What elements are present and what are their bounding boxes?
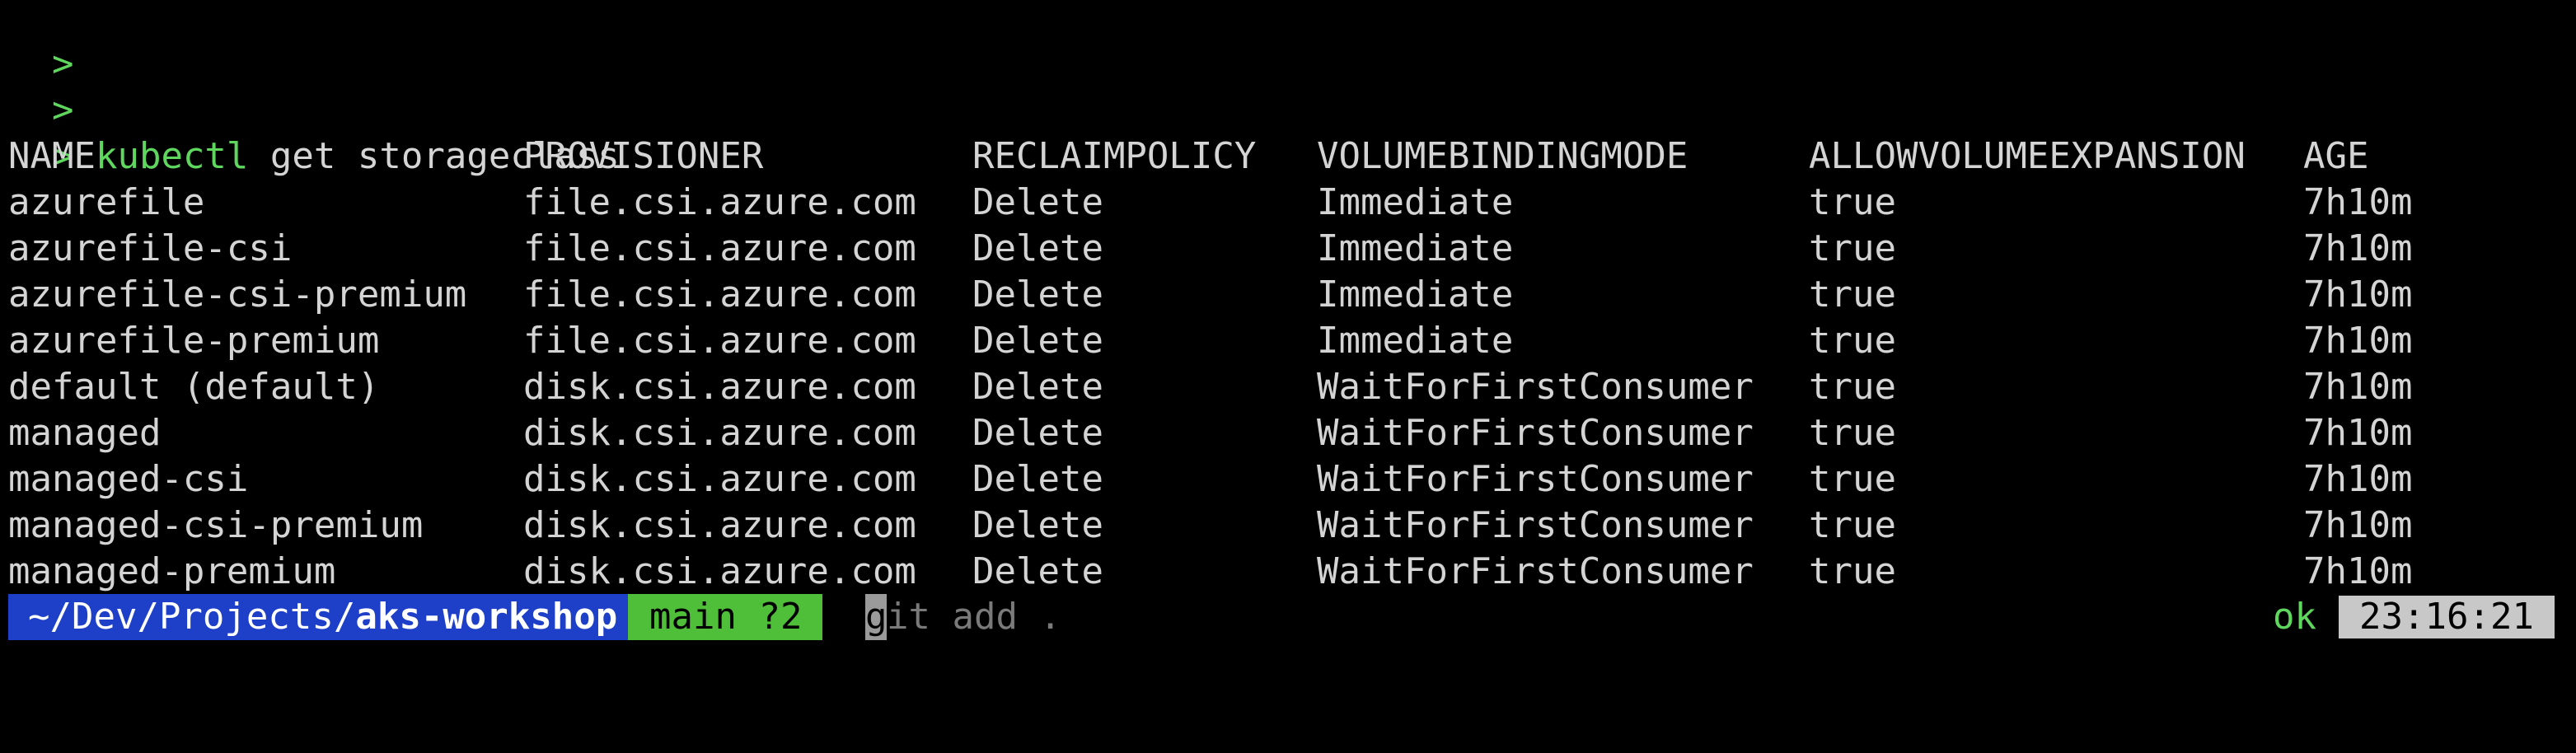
cell-age: 7h10m <box>2303 550 2413 592</box>
table-row: managed-csi disk.csi.azure.com Delete Wa… <box>8 456 2412 503</box>
table-row: azurefile-csi file.csi.azure.com Delete … <box>8 226 2412 272</box>
cell-reclaimpolicy: Delete <box>972 550 1103 592</box>
cell-age: 7h10m <box>2303 227 2413 269</box>
cell-allowvolumeexpansion: true <box>1809 366 1896 408</box>
cell-name: managed-csi-premium <box>8 504 424 546</box>
cell-provisioner: file.csi.azure.com <box>523 227 916 269</box>
autosuggestion: it add . <box>887 596 1061 638</box>
table-row: azurefile file.csi.azure.com Delete Imme… <box>8 180 2412 226</box>
git-branch-status: main ?2 <box>649 596 803 638</box>
cell-name: azurefile-csi-premium <box>8 274 467 316</box>
table-row: azurefile-csi-premium file.csi.azure.com… <box>8 272 2412 318</box>
table-row: managed disk.csi.azure.com Delete WaitFo… <box>8 410 2412 456</box>
table-header-row: NAME PROVISIONER RECLAIMPOLICY VOLUMEBIN… <box>8 133 2368 180</box>
cell-volumebindingmode: WaitForFirstConsumer <box>1317 550 1754 592</box>
cell-volumebindingmode: Immediate <box>1317 181 1514 223</box>
cell-volumebindingmode: WaitForFirstConsumer <box>1317 412 1754 454</box>
cell-provisioner: disk.csi.azure.com <box>523 458 916 500</box>
cell-provisioner: file.csi.azure.com <box>523 274 916 316</box>
cell-provisioner: file.csi.azure.com <box>523 181 916 223</box>
cell-reclaimpolicy: Delete <box>972 366 1103 408</box>
cell-allowvolumeexpansion: true <box>1809 181 1896 223</box>
cell-age: 7h10m <box>2303 181 2413 223</box>
command-program: kubectl <box>95 135 249 177</box>
cell-reclaimpolicy: Delete <box>972 320 1103 362</box>
cell-name: managed <box>8 412 162 454</box>
cell-name: azurefile-premium <box>8 320 380 362</box>
table-row: azurefile-premium file.csi.azure.com Del… <box>8 318 2412 364</box>
cell-name: managed-premium <box>8 550 336 592</box>
cell-reclaimpolicy: Delete <box>972 227 1103 269</box>
cell-allowvolumeexpansion: true <box>1809 550 1896 592</box>
path-prefix: ~/Dev/Projects/ <box>28 596 356 638</box>
cell-age: 7h10m <box>2303 274 2413 316</box>
cell-age: 7h10m <box>2303 504 2413 546</box>
path-current-dir: aks-workshop <box>355 596 618 638</box>
cell-name: default (default) <box>8 366 380 408</box>
cell-volumebindingmode: WaitForFirstConsumer <box>1317 366 1754 408</box>
cell-allowvolumeexpansion: true <box>1809 504 1896 546</box>
cell-age: 7h10m <box>2303 458 2413 500</box>
command-line: > kubectl get storageclass <box>8 87 620 177</box>
shell-prompt: ~/Dev/Projects/aks-workshop main ?2 git … <box>8 594 1061 640</box>
table-row: managed-csi-premium disk.csi.azure.com D… <box>8 503 2412 549</box>
column-header-name: NAME <box>8 135 96 177</box>
cell-reclaimpolicy: Delete <box>972 504 1103 546</box>
cell-name: azurefile <box>8 181 205 223</box>
cell-reclaimpolicy: Delete <box>972 181 1103 223</box>
cell-volumebindingmode: Immediate <box>1317 274 1514 316</box>
exit-status: ok <box>2273 596 2316 638</box>
cell-allowvolumeexpansion: true <box>1809 458 1896 500</box>
cell-volumebindingmode: WaitForFirstConsumer <box>1317 458 1754 500</box>
cell-name: managed-csi <box>8 458 249 500</box>
cell-reclaimpolicy: Delete <box>972 412 1103 454</box>
prompt-path-segment: ~/Dev/Projects/aks-workshop <box>8 594 628 640</box>
column-header-provisioner: PROVISIONER <box>523 135 764 177</box>
cell-reclaimpolicy: Delete <box>972 458 1103 500</box>
history-line-2: > <box>8 41 74 131</box>
text-cursor: g <box>865 594 888 640</box>
column-header-allowvolumeexpansion: ALLOWVOLUMEEXPANSION <box>1809 135 2246 177</box>
cell-provisioner: file.csi.azure.com <box>523 320 916 362</box>
cell-age: 7h10m <box>2303 320 2413 362</box>
cell-allowvolumeexpansion: true <box>1809 412 1896 454</box>
history-line-1: > <box>8 0 74 85</box>
cell-provisioner: disk.csi.azure.com <box>523 412 916 454</box>
column-header-volumebindingmode: VOLUMEBINDINGMODE <box>1317 135 1688 177</box>
cell-allowvolumeexpansion: true <box>1809 320 1896 362</box>
command-input[interactable]: git add . <box>865 594 1061 640</box>
cell-name: azurefile-csi <box>8 227 293 269</box>
cell-provisioner: disk.csi.azure.com <box>523 366 916 408</box>
table-row: default (default) disk.csi.azure.com Del… <box>8 364 2412 410</box>
cell-allowvolumeexpansion: true <box>1809 227 1896 269</box>
cell-reclaimpolicy: Delete <box>972 274 1103 316</box>
cell-age: 7h10m <box>2303 366 2413 408</box>
cell-volumebindingmode: WaitForFirstConsumer <box>1317 504 1754 546</box>
cell-allowvolumeexpansion: true <box>1809 274 1896 316</box>
cell-age: 7h10m <box>2303 412 2413 454</box>
cell-provisioner: disk.csi.azure.com <box>523 504 916 546</box>
prompt-clock: 23:16:21 <box>2339 596 2555 638</box>
column-header-reclaimpolicy: RECLAIMPOLICY <box>972 135 1257 177</box>
cell-provisioner: disk.csi.azure.com <box>523 550 916 592</box>
table-row: managed-premium disk.csi.azure.com Delet… <box>8 549 2412 595</box>
cell-volumebindingmode: Immediate <box>1317 320 1514 362</box>
cell-volumebindingmode: Immediate <box>1317 227 1514 269</box>
column-header-age: AGE <box>2303 135 2369 177</box>
prompt-git-segment: main ?2 <box>628 594 822 640</box>
